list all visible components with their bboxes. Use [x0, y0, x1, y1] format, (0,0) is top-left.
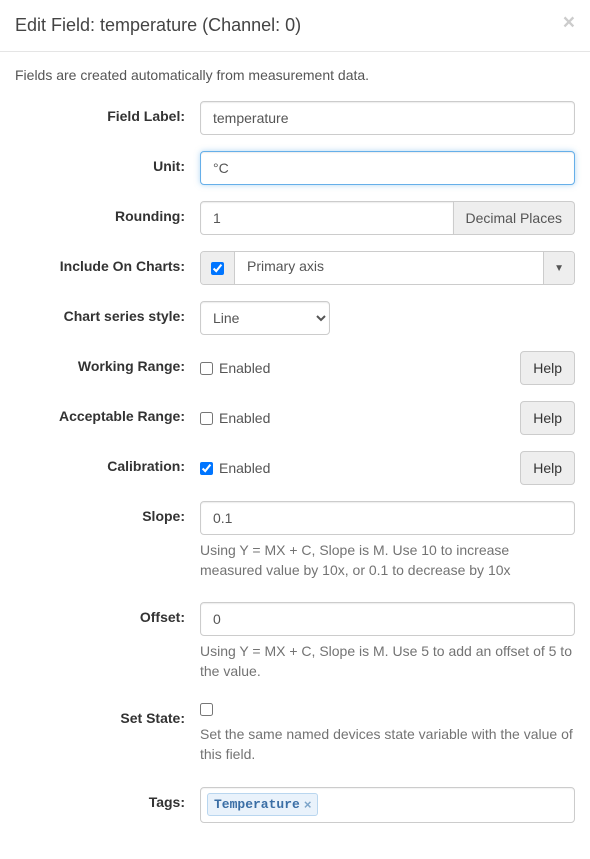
label-include-on-charts: Include On Charts: [15, 251, 200, 274]
acceptable-range-help-button[interactable]: Help [520, 401, 575, 435]
tag-item: Temperature × [207, 793, 318, 816]
row-acceptable-range: Acceptable Range: Enabled Help [15, 401, 575, 435]
offset-help-text: Using Y = MX + C, Slope is M. Use 5 to a… [200, 642, 575, 681]
offset-input[interactable] [200, 602, 575, 636]
label-unit: Unit: [15, 151, 200, 174]
modal-header: Edit Field: temperature (Channel: 0) × [0, 0, 590, 52]
tag-text: Temperature [214, 797, 300, 812]
row-set-state: Set State: Set the same named devices st… [15, 703, 575, 764]
row-working-range: Working Range: Enabled Help [15, 351, 575, 385]
calibration-enabled-label[interactable]: Enabled [200, 460, 270, 476]
axis-select[interactable]: Primary axis [235, 252, 543, 284]
chart-series-style-select[interactable]: Line [200, 301, 330, 335]
include-on-charts-check-wrap [201, 252, 235, 284]
label-acceptable-range: Acceptable Range: [15, 401, 200, 424]
label-tags: Tags: [15, 787, 200, 810]
row-slope: Slope: Using Y = MX + C, Slope is M. Use… [15, 501, 575, 580]
include-on-charts-checkbox[interactable] [211, 262, 224, 275]
row-rounding: Rounding: Decimal Places [15, 201, 575, 235]
label-field-label: Field Label: [15, 101, 200, 124]
field-label-input[interactable] [200, 101, 575, 135]
calibration-help-button[interactable]: Help [520, 451, 575, 485]
rounding-addon: Decimal Places [454, 201, 575, 235]
calibration-checkbox[interactable] [200, 462, 213, 475]
axis-select-value: Primary axis [247, 258, 324, 274]
modal-title: Edit Field: temperature (Channel: 0) [15, 15, 575, 36]
set-state-help-text: Set the same named devices state variabl… [200, 725, 575, 764]
tag-remove-icon[interactable]: × [304, 797, 312, 812]
close-icon[interactable]: × [563, 12, 575, 33]
label-rounding: Rounding: [15, 201, 200, 224]
rounding-input[interactable] [200, 201, 454, 235]
intro-text: Fields are created automatically from me… [15, 67, 575, 83]
acceptable-range-checkbox[interactable] [200, 412, 213, 425]
row-field-label: Field Label: [15, 101, 575, 135]
slope-input[interactable] [200, 501, 575, 535]
label-chart-series-style: Chart series style: [15, 301, 200, 324]
row-chart-series-style: Chart series style: Line [15, 301, 575, 335]
row-unit: Unit: [15, 151, 575, 185]
row-include-on-charts: Include On Charts: Primary axis ▼ [15, 251, 575, 285]
row-calibration: Calibration: Enabled Help [15, 451, 575, 485]
set-state-checkbox[interactable] [200, 703, 213, 716]
slope-help-text: Using Y = MX + C, Slope is M. Use 10 to … [200, 541, 575, 580]
label-working-range: Working Range: [15, 351, 200, 374]
acceptable-range-enabled-label[interactable]: Enabled [200, 410, 270, 426]
modal-body: Fields are created automatically from me… [0, 52, 590, 859]
working-range-checkbox[interactable] [200, 362, 213, 375]
acceptable-range-enabled-text: Enabled [219, 410, 270, 426]
unit-input[interactable] [200, 151, 575, 185]
chevron-down-icon: ▼ [543, 252, 574, 284]
tags-input[interactable]: Temperature × [200, 787, 575, 823]
label-slope: Slope: [15, 501, 200, 524]
working-range-enabled-label[interactable]: Enabled [200, 360, 270, 376]
row-offset: Offset: Using Y = MX + C, Slope is M. Us… [15, 602, 575, 681]
working-range-enabled-text: Enabled [219, 360, 270, 376]
row-tags: Tags: Temperature × [15, 787, 575, 823]
working-range-help-button[interactable]: Help [520, 351, 575, 385]
label-offset: Offset: [15, 602, 200, 625]
label-set-state: Set State: [15, 703, 200, 726]
calibration-enabled-text: Enabled [219, 460, 270, 476]
label-calibration: Calibration: [15, 451, 200, 474]
